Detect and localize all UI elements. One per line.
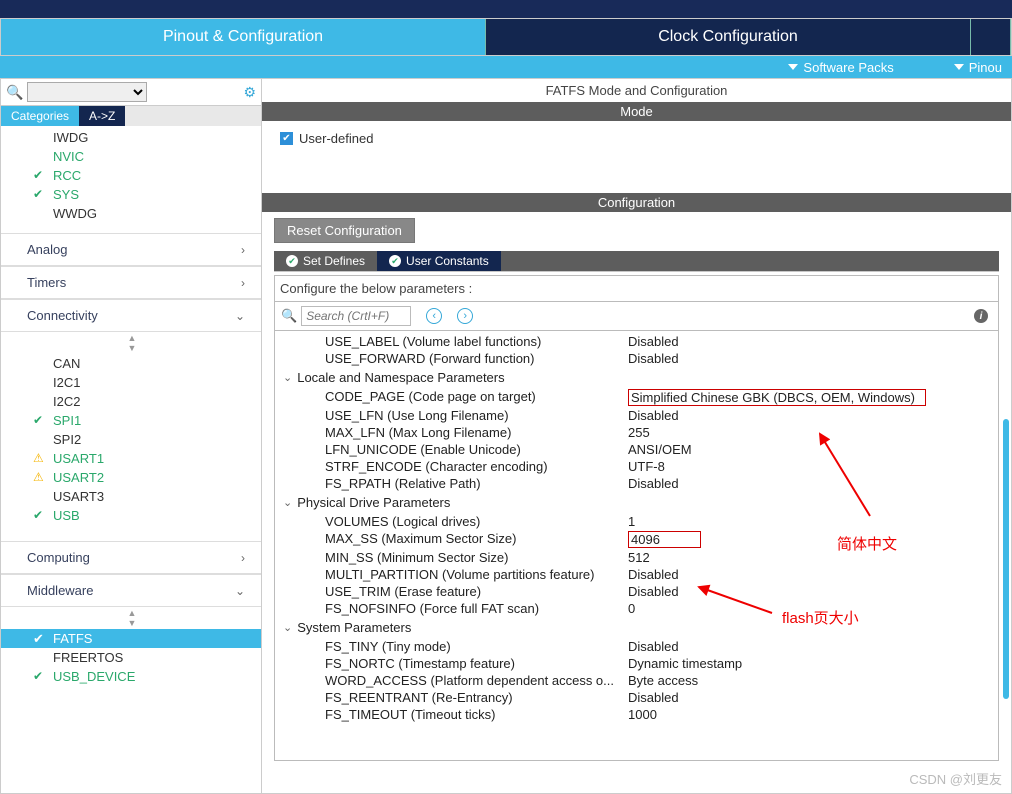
tree-item-wwdg[interactable]: WWDG — [1, 204, 261, 223]
param-fs-rpath[interactable]: FS_RPATH (Relative Path)Disabled — [275, 475, 998, 492]
tree-item-nvic[interactable]: NVIC — [1, 147, 261, 166]
user-defined-label: User-defined — [299, 131, 373, 146]
help-text: Configure the below parameters : — [274, 275, 999, 302]
chevron-right-icon: › — [241, 243, 245, 257]
tree-item-rcc[interactable]: ✔RCC — [1, 166, 261, 185]
chevron-down-icon: ⌄ — [235, 309, 245, 323]
collapse-icon: ⌄ — [283, 371, 292, 384]
check-icon: ✔ — [286, 255, 298, 267]
param-use-forward[interactable]: USE_FORWARD (Forward function)Disabled — [275, 350, 998, 367]
tree-item-fatfs[interactable]: ✔FATFS — [1, 629, 261, 648]
param-lfn-unicode[interactable]: LFN_UNICODE (Enable Unicode)ANSI/OEM — [275, 441, 998, 458]
checkbox-icon: ✔ — [280, 132, 293, 145]
group-physical[interactable]: ⌄Physical Drive Parameters — [275, 492, 998, 513]
tab-set-defines[interactable]: ✔Set Defines — [274, 251, 377, 271]
collapse-icon: ⌄ — [283, 621, 292, 634]
param-fs-reentrant[interactable]: FS_REENTRANT (Re-Entrancy)Disabled — [275, 689, 998, 706]
tree-item-usart2[interactable]: ⚠USART2 — [1, 468, 261, 487]
warn-icon: ⚠ — [33, 451, 44, 465]
main-panel: FATFS Mode and Configuration Mode ✔ User-… — [262, 78, 1012, 794]
prev-match-button[interactable]: ‹ — [426, 308, 442, 324]
tree-item-spi1[interactable]: ✔SPI1 — [1, 411, 261, 430]
tree-item-can[interactable]: CAN — [1, 354, 261, 373]
param-min-ss[interactable]: MIN_SS (Minimum Sector Size)512 — [275, 549, 998, 566]
param-volumes[interactable]: VOLUMES (Logical drives)1 — [275, 513, 998, 530]
tab-clock-config[interactable]: Clock Configuration — [486, 19, 971, 55]
param-use-label[interactable]: USE_LABEL (Volume label functions)Disabl… — [275, 333, 998, 350]
tree-item-usb-device[interactable]: ✔USB_DEVICE — [1, 667, 261, 686]
check-icon: ✔ — [389, 255, 401, 267]
tree-item-usart1[interactable]: ⚠USART1 — [1, 449, 261, 468]
view-a-z[interactable]: A->Z — [79, 106, 125, 126]
check-icon: ✔ — [33, 631, 44, 647]
tree-item-sys[interactable]: ✔SYS — [1, 185, 261, 204]
check-icon: ✔ — [33, 413, 43, 427]
group-system[interactable]: ⌄System Parameters — [275, 617, 998, 638]
check-icon: ✔ — [33, 187, 43, 201]
warn-icon: ⚠ — [33, 470, 44, 484]
param-max-lfn[interactable]: MAX_LFN (Max Long Filename)255 — [275, 424, 998, 441]
pinout-dropdown[interactable]: Pinou — [924, 56, 1002, 78]
param-fs-nortc[interactable]: FS_NORTC (Timestamp feature)Dynamic time… — [275, 655, 998, 672]
drag-handle-icon[interactable]: ▲▼ — [1, 332, 261, 354]
scrollbar[interactable] — [1003, 419, 1009, 699]
tree-item-i2c1[interactable]: I2C1 — [1, 373, 261, 392]
tree-item-usart3[interactable]: USART3 — [1, 487, 261, 506]
chevron-down-icon: ⌄ — [235, 584, 245, 598]
gear-icon[interactable]: ⚙ — [243, 84, 256, 101]
check-icon: ✔ — [33, 669, 43, 683]
software-packs-label: Software Packs — [803, 60, 893, 75]
panel-title: FATFS Mode and Configuration — [262, 79, 1011, 102]
search-icon: 🔍 — [6, 84, 23, 101]
tree-cat-analog[interactable]: Analog› — [1, 233, 261, 266]
param-use-trim[interactable]: USE_TRIM (Erase feature)Disabled — [275, 583, 998, 600]
mode-header: Mode — [262, 102, 1011, 121]
tree-cat-middleware[interactable]: Middleware⌄ — [1, 574, 261, 607]
config-header: Configuration — [262, 193, 1011, 212]
tab-more[interactable] — [971, 19, 1011, 55]
tree-item-iwdg[interactable]: IWDG — [1, 128, 261, 147]
tab-user-constants[interactable]: ✔User Constants — [377, 251, 501, 271]
param-code-page[interactable]: CODE_PAGE (Code page on target)Simplifie… — [275, 388, 998, 407]
param-fs-tiny[interactable]: FS_TINY (Tiny mode)Disabled — [275, 638, 998, 655]
param-max-ss[interactable]: MAX_SS (Maximum Sector Size)4096 — [275, 530, 998, 549]
category-select[interactable] — [27, 82, 147, 102]
watermark: CSDN @刘更友 — [909, 769, 1002, 788]
param-fs-timeout[interactable]: FS_TIMEOUT (Timeout ticks)1000 — [275, 706, 998, 723]
search-icon: 🔍 — [281, 308, 297, 324]
param-use-lfn[interactable]: USE_LFN (Use Long Filename)Disabled — [275, 407, 998, 424]
info-icon[interactable]: i — [974, 309, 988, 323]
software-packs-dropdown[interactable]: Software Packs — [758, 56, 923, 78]
user-defined-checkbox[interactable]: ✔ User-defined — [280, 131, 993, 146]
check-icon: ✔ — [33, 508, 43, 522]
param-search-input[interactable] — [301, 306, 411, 326]
tree-cat-timers[interactable]: Timers› — [1, 266, 261, 299]
pinout-dropdown-label: Pinou — [969, 60, 1002, 75]
drag-handle-icon[interactable]: ▲▼ — [1, 607, 261, 629]
param-word-access[interactable]: WORD_ACCESS (Platform dependent access o… — [275, 672, 998, 689]
chevron-right-icon: › — [241, 551, 245, 565]
tree-item-i2c2[interactable]: I2C2 — [1, 392, 261, 411]
tree-item-usb[interactable]: ✔USB — [1, 506, 261, 525]
reset-config-button[interactable]: Reset Configuration — [274, 218, 415, 243]
view-categories[interactable]: Categories — [1, 106, 79, 126]
param-strf-encode[interactable]: STRF_ENCODE (Character encoding)UTF-8 — [275, 458, 998, 475]
check-icon: ✔ — [33, 168, 43, 182]
sidebar: 🔍 ⚙ Categories A->Z IWDG NVIC ✔RCC ✔SYS … — [0, 78, 262, 794]
tree-cat-connectivity[interactable]: Connectivity⌄ — [1, 299, 261, 332]
collapse-icon: ⌄ — [283, 496, 292, 509]
tree-item-freertos[interactable]: FREERTOS — [1, 648, 261, 667]
group-locale[interactable]: ⌄Locale and Namespace Parameters — [275, 367, 998, 388]
tree-cat-computing[interactable]: Computing› — [1, 541, 261, 574]
next-match-button[interactable]: › — [457, 308, 473, 324]
param-multi-partition[interactable]: MULTI_PARTITION (Volume partitions featu… — [275, 566, 998, 583]
param-fs-nofsinfo[interactable]: FS_NOFSINFO (Force full FAT scan)0 — [275, 600, 998, 617]
tab-pinout-config[interactable]: Pinout & Configuration — [1, 19, 486, 55]
chevron-right-icon: › — [241, 276, 245, 290]
tree-item-spi2[interactable]: SPI2 — [1, 430, 261, 449]
